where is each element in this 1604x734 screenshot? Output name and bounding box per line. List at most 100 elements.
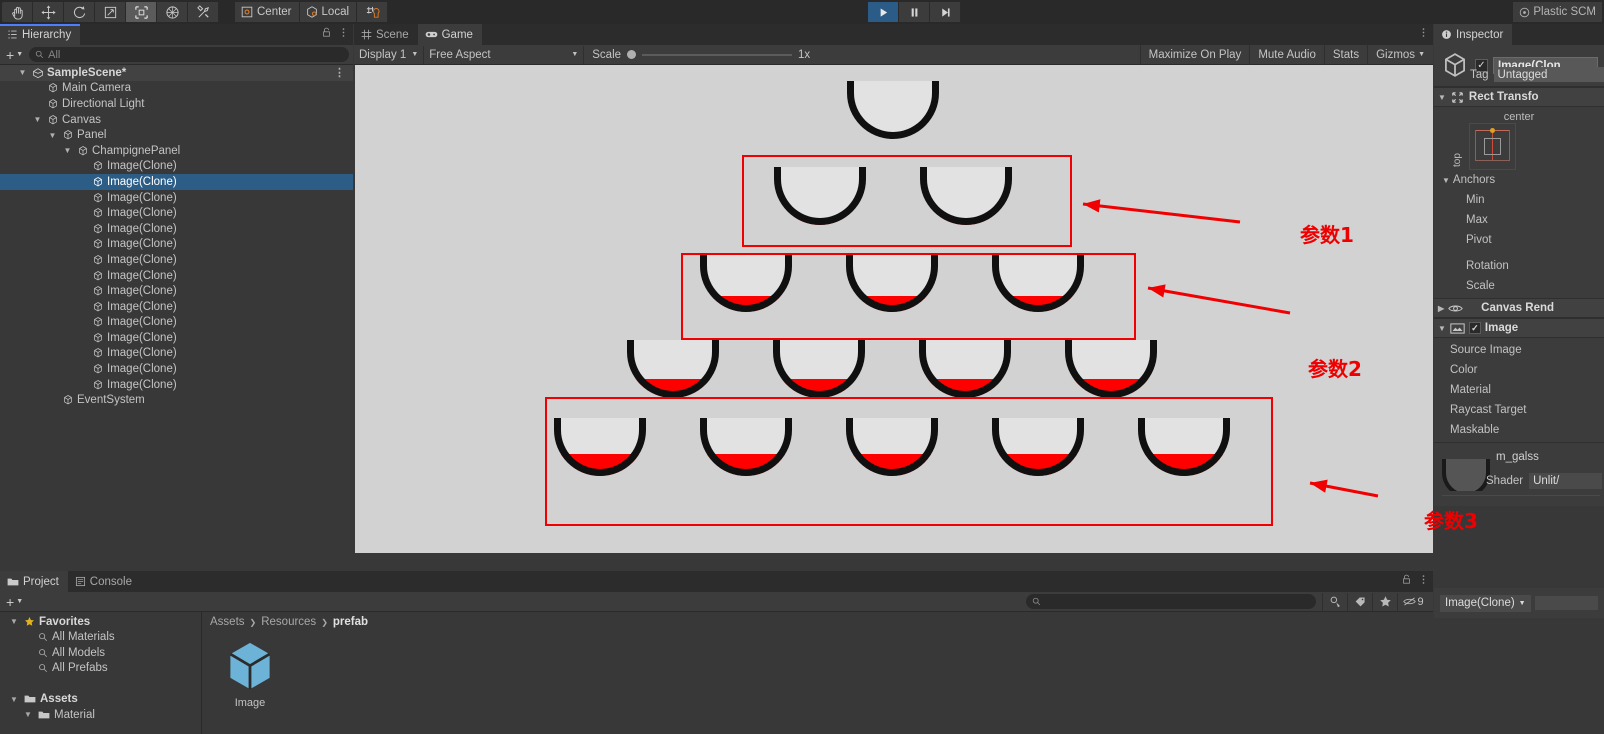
gizmos-dropdown[interactable]: Gizmos ▼ <box>1367 44 1433 65</box>
hand-tool-button[interactable] <box>2 2 33 22</box>
scale-tool-button[interactable] <box>95 2 126 22</box>
create-object-button[interactable]: + ▼ <box>4 47 25 63</box>
hierarchy-item[interactable]: Image(Clone) <box>0 252 353 268</box>
hierarchy-tree[interactable]: ▼ SampleScene* ⋮ Main Camera Directional Lig… <box>0 65 353 554</box>
breadcrumb-item-2[interactable]: prefab <box>333 616 368 628</box>
scale-slider-track[interactable] <box>642 53 793 56</box>
tab-project[interactable]: Project <box>0 571 68 592</box>
tab-game[interactable]: Game <box>417 24 482 45</box>
step-button[interactable] <box>930 2 961 22</box>
component-header-image[interactable]: ▼ ✓ Image <box>1434 318 1604 338</box>
hierarchy-item[interactable]: Image(Clone) <box>0 346 353 362</box>
kebab-menu-icon[interactable] <box>1418 574 1429 585</box>
disclosure-triangle[interactable]: ▼ <box>10 695 20 704</box>
favorites-button[interactable] <box>1372 592 1397 611</box>
selection-value-field[interactable] <box>1534 596 1598 610</box>
field-row-material[interactable]: Material <box>1434 380 1604 400</box>
image-enabled-checkbox[interactable]: ✓ <box>1468 322 1481 334</box>
champagne-glass[interactable] <box>773 340 865 398</box>
project-tree-item[interactable]: ▼ Material <box>0 707 201 723</box>
project-tree-item[interactable]: All Materials <box>0 630 201 646</box>
hierarchy-item[interactable]: Directional Light <box>0 96 353 112</box>
component-header-canvas-renderer[interactable]: ▶ Canvas Rend <box>1434 298 1604 318</box>
project-tree-item[interactable]: ▼ Assets <box>0 692 201 708</box>
field-row-min[interactable]: Min <box>1434 190 1604 210</box>
aspect-dropdown[interactable]: Free Aspect ▼ <box>424 45 585 64</box>
hierarchy-item[interactable]: Main Camera <box>0 81 353 97</box>
hierarchy-item[interactable]: ▼ Panel <box>0 127 353 143</box>
hierarchy-item[interactable]: Image(Clone) <box>0 221 353 237</box>
hierarchy-search-input[interactable]: All <box>29 47 349 62</box>
lock-icon[interactable] <box>321 27 332 38</box>
field-row-scale[interactable]: Scale <box>1434 276 1604 296</box>
rect-tool-button[interactable] <box>126 2 157 22</box>
breadcrumb-item-1[interactable]: Resources <box>261 616 316 628</box>
project-content[interactable]: Assets ❯ Resources ❯ prefab Image <box>202 612 1433 734</box>
pause-button[interactable] <box>899 2 930 22</box>
hierarchy-item[interactable]: EventSystem <box>0 392 353 408</box>
move-tool-button[interactable] <box>33 2 64 22</box>
chevron-down-icon[interactable]: ▼ <box>1438 324 1446 333</box>
asset-tile-image[interactable]: Image <box>212 638 288 709</box>
stats-toggle[interactable]: Stats <box>1323 44 1367 65</box>
disclosure-triangle[interactable]: ▼ <box>10 617 20 626</box>
hierarchy-item[interactable]: Image(Clone) <box>0 283 353 299</box>
scale-slider-group[interactable]: Scale 1x <box>584 49 1139 61</box>
project-tree[interactable]: ▼ Favorites All Materials All Models All Pre… <box>0 612 202 734</box>
hierarchy-item[interactable]: Image(Clone) <box>0 377 353 393</box>
project-tree-item[interactable]: All Models <box>0 645 201 661</box>
hierarchy-item[interactable]: Image(Clone) <box>0 330 353 346</box>
champagne-glass[interactable] <box>1065 340 1157 398</box>
plastic-scm-button[interactable]: Plastic SCM <box>1513 2 1602 22</box>
component-header-rect-transform[interactable]: ▼ Rect Transfo <box>1434 87 1604 107</box>
tab-inspector[interactable]: Inspector <box>1434 24 1513 45</box>
tab-console[interactable]: Console <box>67 571 141 592</box>
custom-tool-button[interactable] <box>188 2 219 22</box>
disclosure-triangle[interactable]: ▼ <box>32 115 43 124</box>
hierarchy-item[interactable]: Image(Clone) <box>0 299 353 315</box>
pivot-mode-button[interactable]: Center <box>235 2 300 22</box>
filter-by-type-button[interactable] <box>1322 592 1347 611</box>
tab-scene[interactable]: Scene <box>354 24 418 45</box>
tag-dropdown[interactable]: Untagged <box>1493 67 1604 82</box>
create-asset-button[interactable]: + ▼ <box>4 594 25 610</box>
mute-audio-toggle[interactable]: Mute Audio <box>1249 44 1324 65</box>
hierarchy-item[interactable]: Image(Clone) <box>0 237 353 253</box>
maximize-on-play-toggle[interactable]: Maximize On Play <box>1139 44 1250 65</box>
anchor-preset-widget[interactable] <box>1469 123 1516 170</box>
field-row-anchors[interactable]: ▼ Anchors <box>1434 170 1604 190</box>
scale-slider-knob[interactable] <box>627 50 637 59</box>
breadcrumb-item-0[interactable]: Assets <box>210 616 245 628</box>
shader-dropdown[interactable]: Unlit/ <box>1529 473 1602 489</box>
field-row-source-image[interactable]: Source Image <box>1434 340 1604 360</box>
transform-tool-button[interactable] <box>157 2 188 22</box>
kebab-menu-icon[interactable] <box>1418 27 1429 38</box>
field-row-pivot[interactable]: Pivot <box>1434 230 1604 250</box>
chevron-right-icon[interactable]: ▶ <box>1438 304 1444 313</box>
champagne-glass[interactable] <box>919 340 1011 398</box>
hierarchy-item[interactable]: Image(Clone) <box>0 174 353 190</box>
lock-icon[interactable] <box>1401 574 1412 585</box>
disclosure-triangle[interactable]: ▼ <box>62 146 73 155</box>
filter-by-label-button[interactable] <box>1347 592 1372 611</box>
disclosure-triangle[interactable]: ▼ <box>24 710 34 719</box>
hidden-packages-button[interactable]: 9 <box>1397 592 1429 611</box>
disclosure-triangle[interactable]: ▼ <box>17 68 28 77</box>
hierarchy-item[interactable]: Image(Clone) <box>0 205 353 221</box>
hierarchy-item[interactable]: Image(Clone) <box>0 159 353 175</box>
kebab-menu-icon[interactable]: ⋮ <box>334 66 345 79</box>
hierarchy-item[interactable]: Image(Clone) <box>0 190 353 206</box>
display-dropdown[interactable]: Display 1 ▼ <box>354 45 425 64</box>
champagne-glass[interactable] <box>627 340 719 398</box>
hierarchy-item[interactable]: ▼ Canvas <box>0 112 353 128</box>
play-button[interactable] <box>868 2 899 22</box>
field-row-rotation[interactable]: Rotation <box>1434 256 1604 276</box>
chevron-down-icon[interactable]: ▼ <box>1434 176 1450 185</box>
field-row-raycast-target[interactable]: Raycast Target <box>1434 400 1604 420</box>
tab-hierarchy[interactable]: Hierarchy <box>0 24 81 45</box>
hierarchy-item[interactable]: Image(Clone) <box>0 315 353 331</box>
grid-snap-button[interactable] <box>357 2 389 22</box>
disclosure-triangle[interactable]: ▼ <box>47 131 58 140</box>
project-tree-item[interactable]: All Prefabs <box>0 661 201 677</box>
champagne-glass[interactable] <box>847 81 939 139</box>
